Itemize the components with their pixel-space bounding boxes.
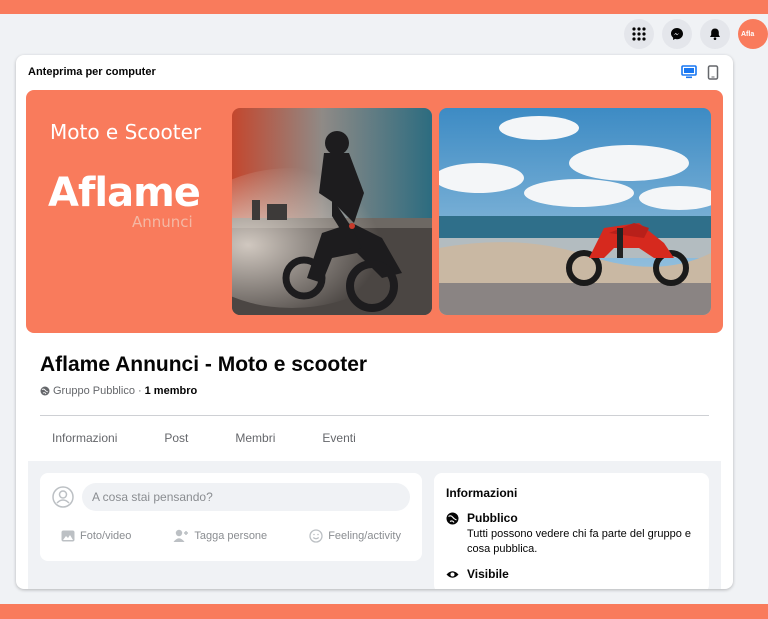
group-name: Aflame Annunci - Moto e scooter <box>40 353 368 376</box>
avatar[interactable]: Afla <box>738 19 768 49</box>
desktop-icon[interactable] <box>681 65 697 79</box>
info-panel: Informazioni Pubblico Tutti possono vede… <box>434 473 709 589</box>
info-public-desc: Tutti possono vedere chi fa parte del gr… <box>467 528 692 555</box>
cover-photo: Moto e Scooter Aflame Annunci <box>26 90 723 333</box>
group-members[interactable]: 1 membro <box>145 385 198 397</box>
brand-logo: Aflame <box>48 170 201 216</box>
composer-input[interactable]: A cosa stai pensando? <box>82 483 410 511</box>
globe-icon <box>40 386 50 396</box>
tag-people-icon <box>173 529 189 542</box>
divider <box>40 415 709 416</box>
smiley-icon <box>309 529 323 543</box>
messenger-icon <box>671 28 683 40</box>
menu-grid-icon <box>632 27 646 41</box>
tab-post[interactable]: Post <box>152 431 200 445</box>
feeling-label: Feeling/activity <box>328 530 401 542</box>
brand-logo-sub: Annunci <box>132 213 193 231</box>
cover-image-rider <box>232 108 432 315</box>
photo-video-button[interactable]: Foto/video <box>61 529 131 543</box>
messenger-button[interactable] <box>662 19 692 49</box>
post-composer: A cosa stai pensando? Foto/video Tagga p… <box>40 473 422 561</box>
eye-icon <box>446 571 459 578</box>
info-public-row: Pubblico Tutti possono vedere chi fa par… <box>446 511 699 557</box>
cover-image-beach <box>439 108 711 315</box>
group-privacy: Gruppo Pubblico <box>53 385 135 397</box>
group-meta: Gruppo Pubblico · 1 membro <box>40 385 197 397</box>
meta-separator: · <box>137 385 142 397</box>
top-accent-band <box>0 0 768 14</box>
mobile-icon[interactable] <box>707 65 719 80</box>
tab-informazioni[interactable]: Informazioni <box>40 431 129 445</box>
photo-icon <box>61 530 75 542</box>
info-visible-title: Visibile <box>467 567 509 581</box>
menu-button[interactable] <box>624 19 654 49</box>
photo-video-label: Foto/video <box>80 530 132 542</box>
top-icons: Afla <box>624 19 768 49</box>
info-visible-row: Visibile <box>446 567 509 581</box>
bell-icon <box>710 28 720 40</box>
avatar-text: Afla <box>741 30 755 38</box>
feed-area: A cosa stai pensando? Foto/video Tagga p… <box>28 461 721 589</box>
user-avatar-icon <box>52 486 74 508</box>
tag-people-button[interactable]: Tagga persone <box>173 529 267 543</box>
preview-card: Anteprima per computer Moto e Scooter Af… <box>16 55 733 589</box>
device-switcher <box>681 65 719 80</box>
info-title: Informazioni <box>446 486 518 500</box>
globe-icon <box>446 512 459 525</box>
composer-actions: Foto/video Tagga persone Feeling/activit… <box>40 529 422 543</box>
preview-heading: Anteprima per computer <box>28 66 156 78</box>
bottom-accent-band <box>0 604 768 619</box>
tab-membri[interactable]: Membri <box>223 431 287 445</box>
notifications-button[interactable] <box>700 19 730 49</box>
tag-people-label: Tagga persone <box>194 530 268 542</box>
cover-title: Moto e Scooter <box>50 120 202 144</box>
tab-eventi[interactable]: Eventi <box>310 431 367 445</box>
info-public-title: Pubblico <box>467 511 518 525</box>
feeling-button[interactable]: Feeling/activity <box>309 529 401 543</box>
group-tabs: Informazioni Post Membri Eventi <box>40 431 391 445</box>
